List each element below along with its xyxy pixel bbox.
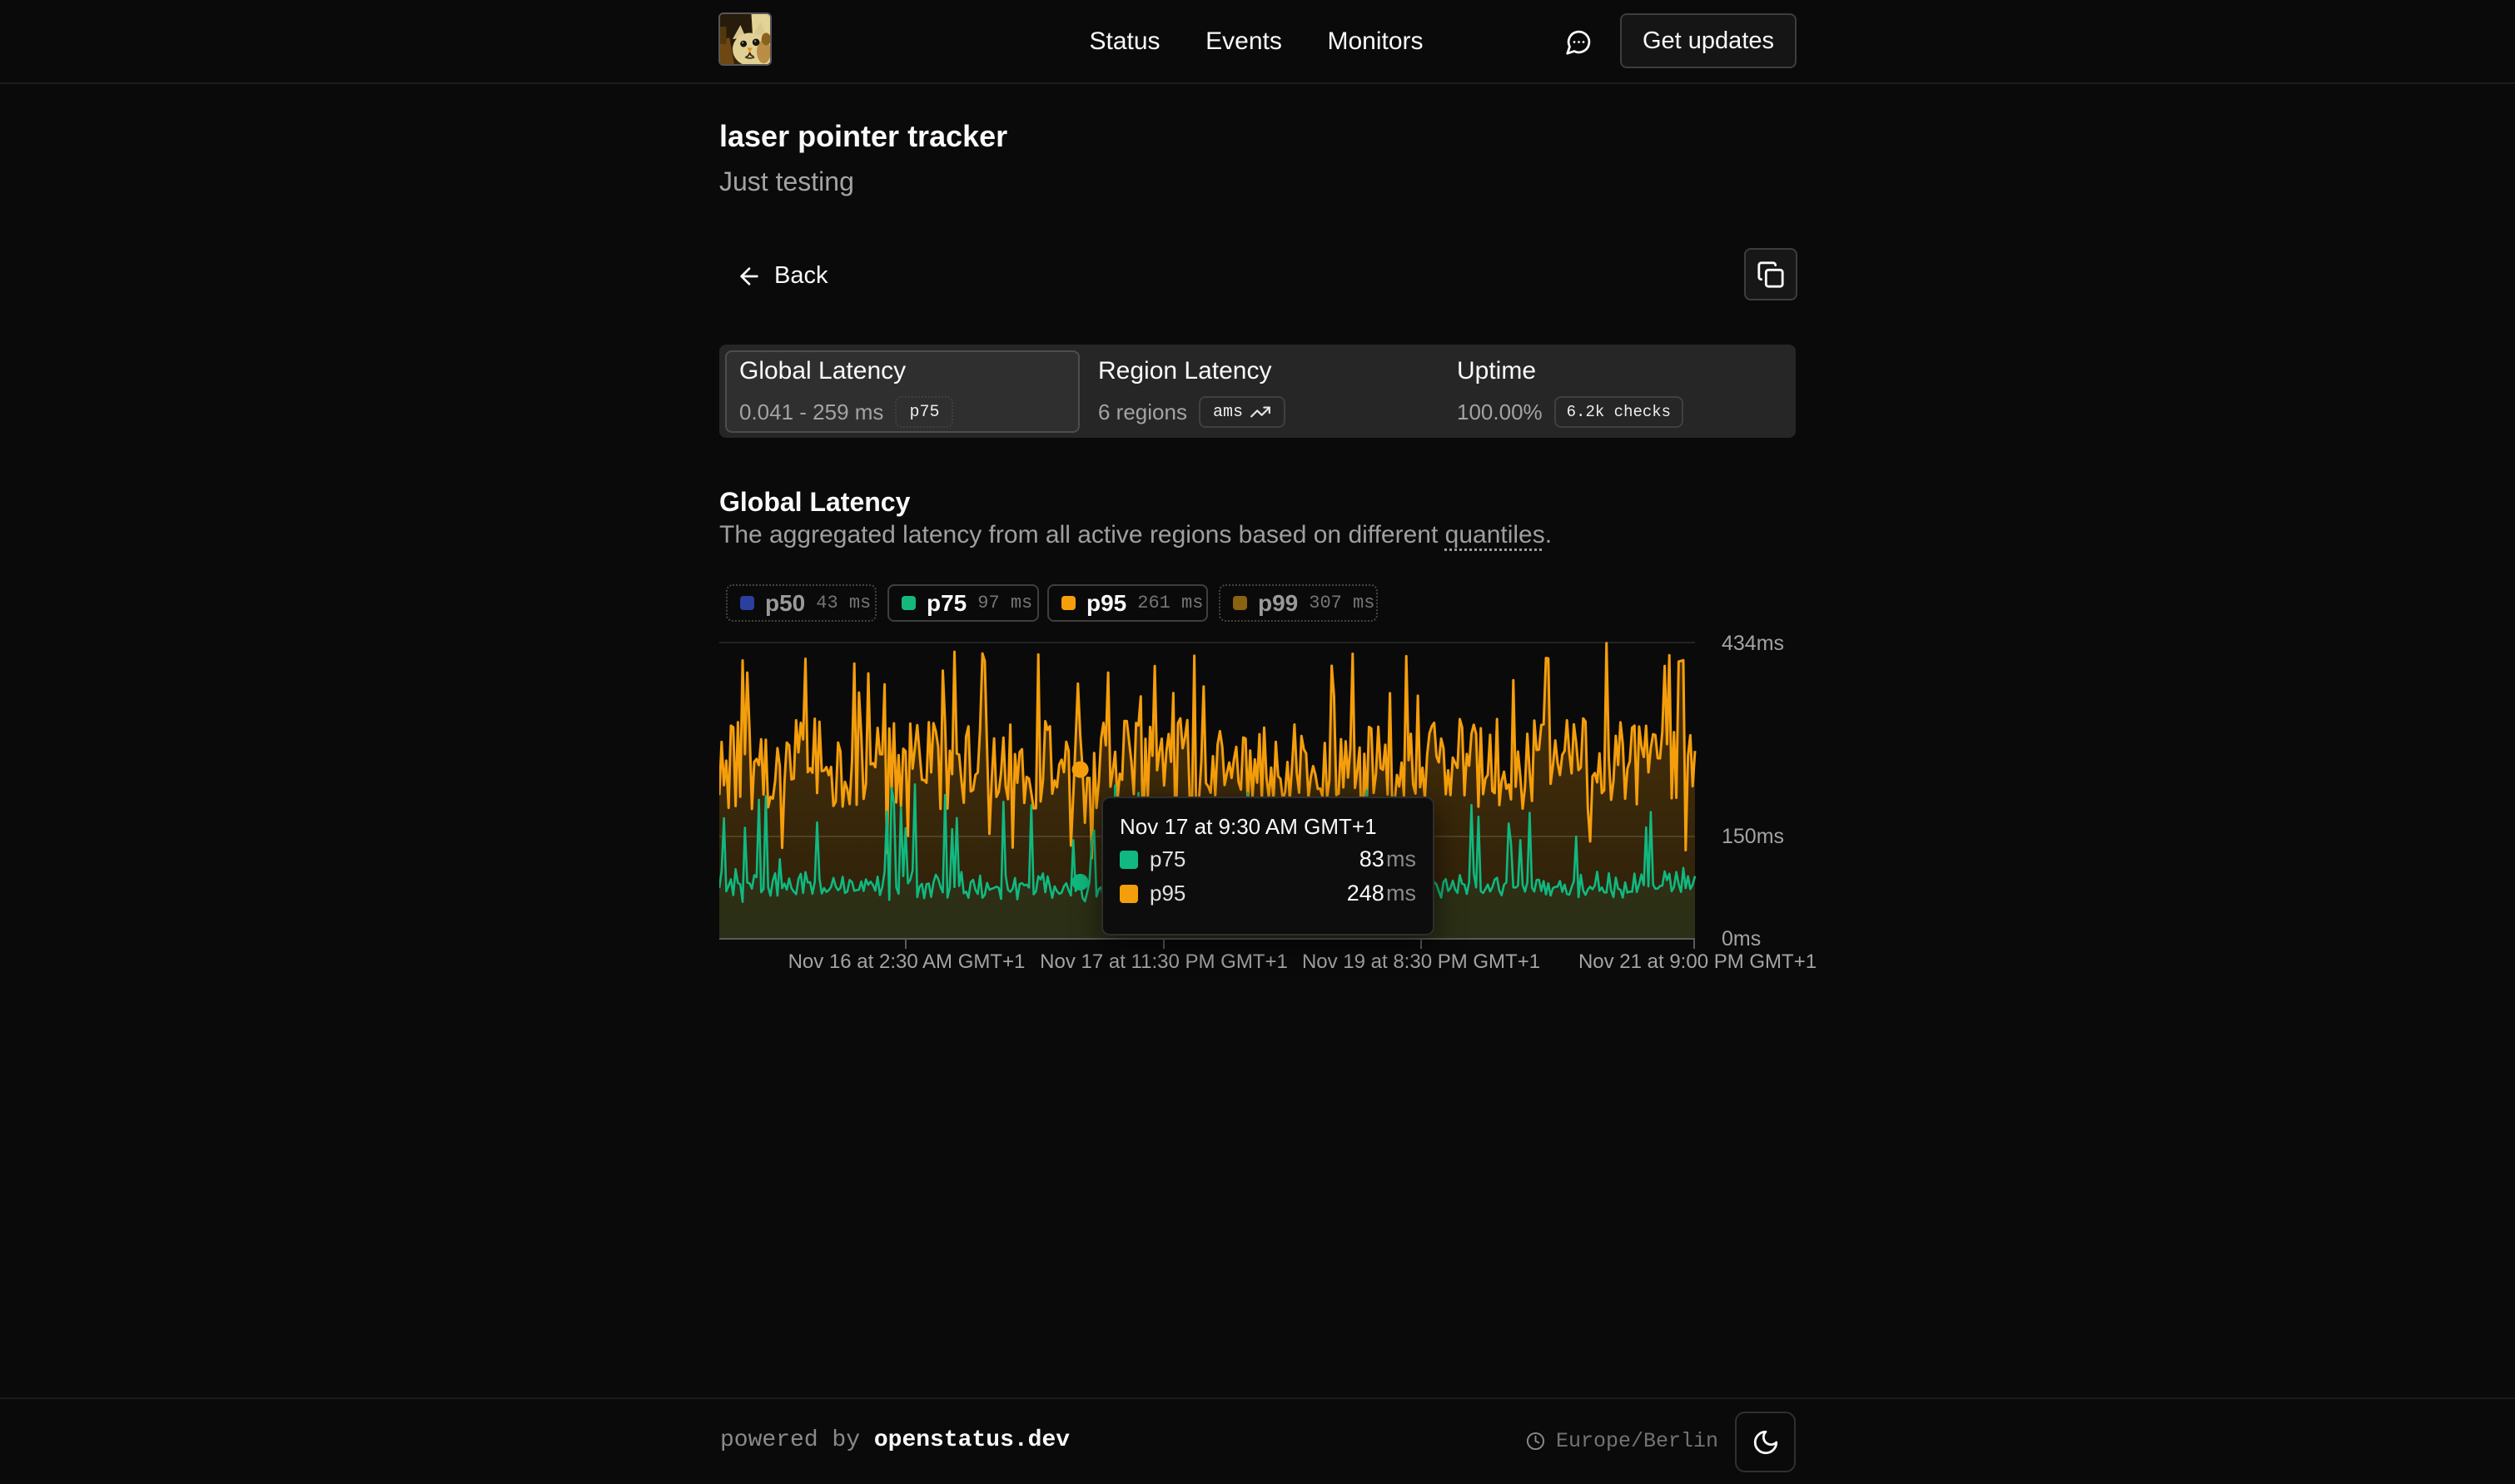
svg-text:150ms: 150ms <box>1722 825 1784 848</box>
svg-text:434ms: 434ms <box>1722 634 1784 655</box>
svg-text:Nov 16 at 2:30 AM GMT+1: Nov 16 at 2:30 AM GMT+1 <box>788 950 1026 973</box>
svg-text:Nov 17 at 11:30 PM GMT+1: Nov 17 at 11:30 PM GMT+1 <box>1040 950 1288 973</box>
svg-text:Nov 21 at 9:00 PM GMT+1: Nov 21 at 9:00 PM GMT+1 <box>1578 950 1817 973</box>
svg-text:Nov 19 at 8:30 PM GMT+1: Nov 19 at 8:30 PM GMT+1 <box>1302 950 1540 973</box>
svg-text:0ms: 0ms <box>1722 927 1761 950</box>
